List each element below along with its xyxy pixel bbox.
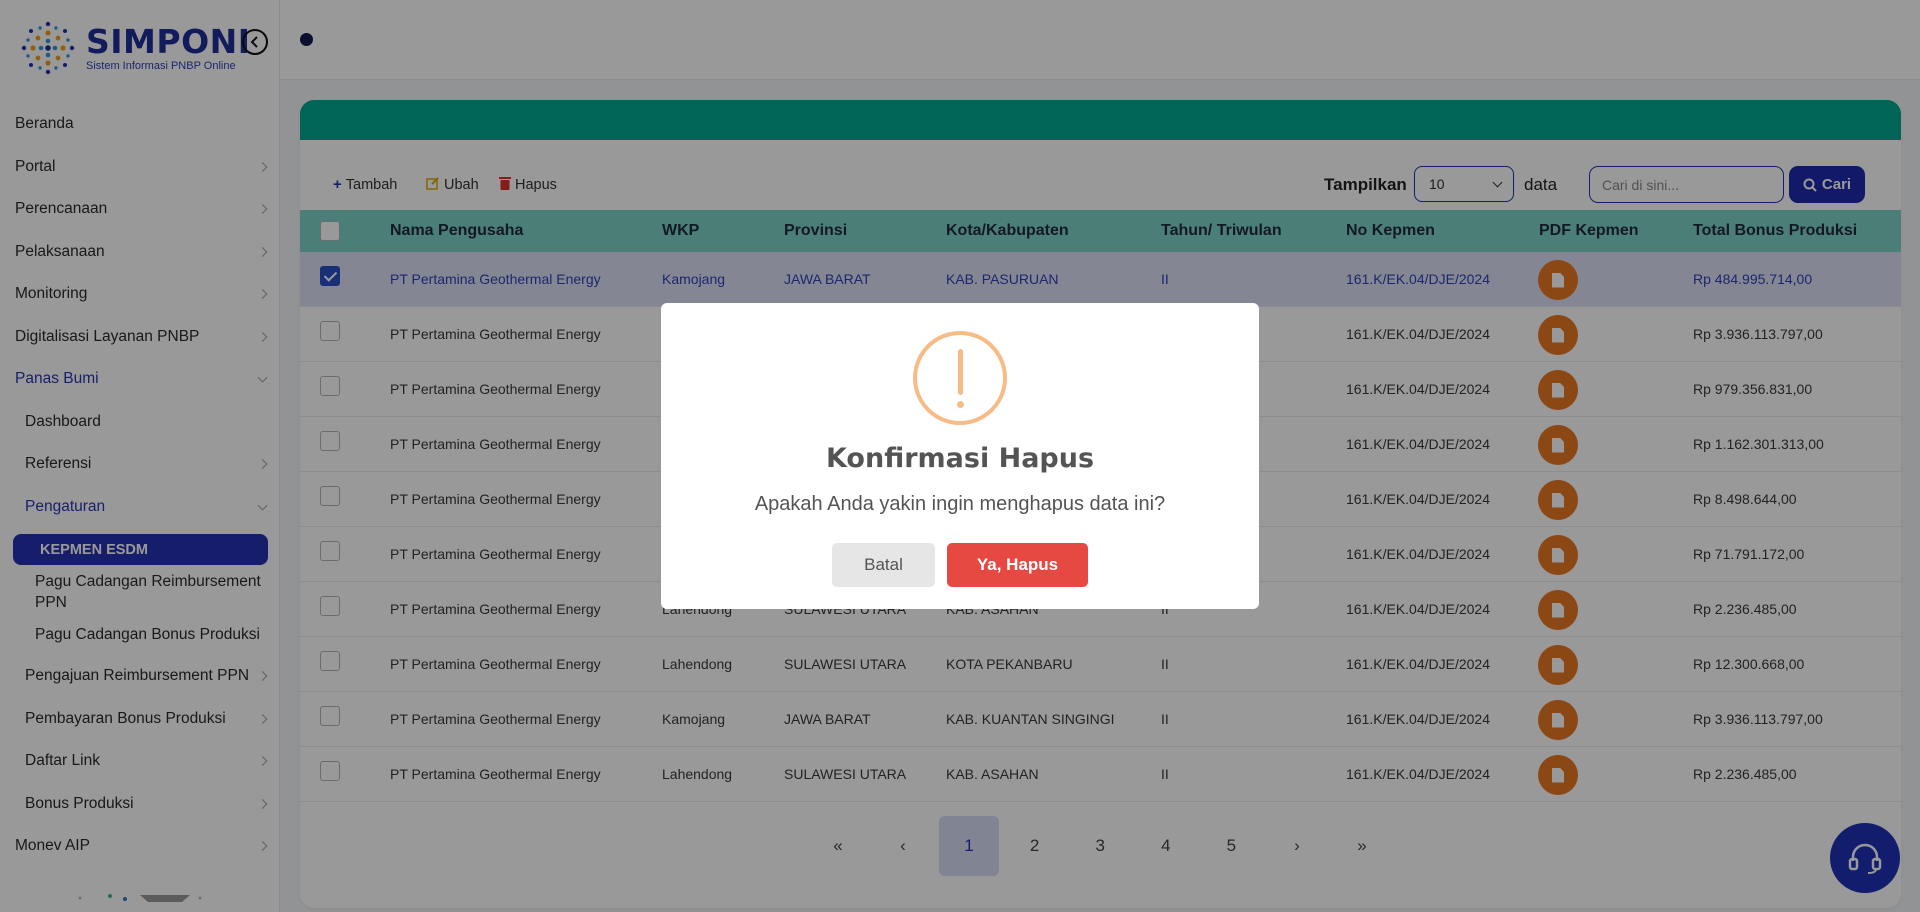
confirm-delete-button[interactable]: Ya, Hapus (947, 543, 1088, 587)
dialog-message: Apakah Anda yakin ingin menghapus data i… (754, 493, 1166, 515)
dialog-title: Konfirmasi Hapus (825, 443, 1095, 474)
cancel-button[interactable]: Batal (832, 543, 935, 587)
confirm-dialog: Konfirmasi Hapus Apakah Anda yakin ingin… (661, 303, 1259, 609)
exclamation-icon (913, 331, 1007, 425)
